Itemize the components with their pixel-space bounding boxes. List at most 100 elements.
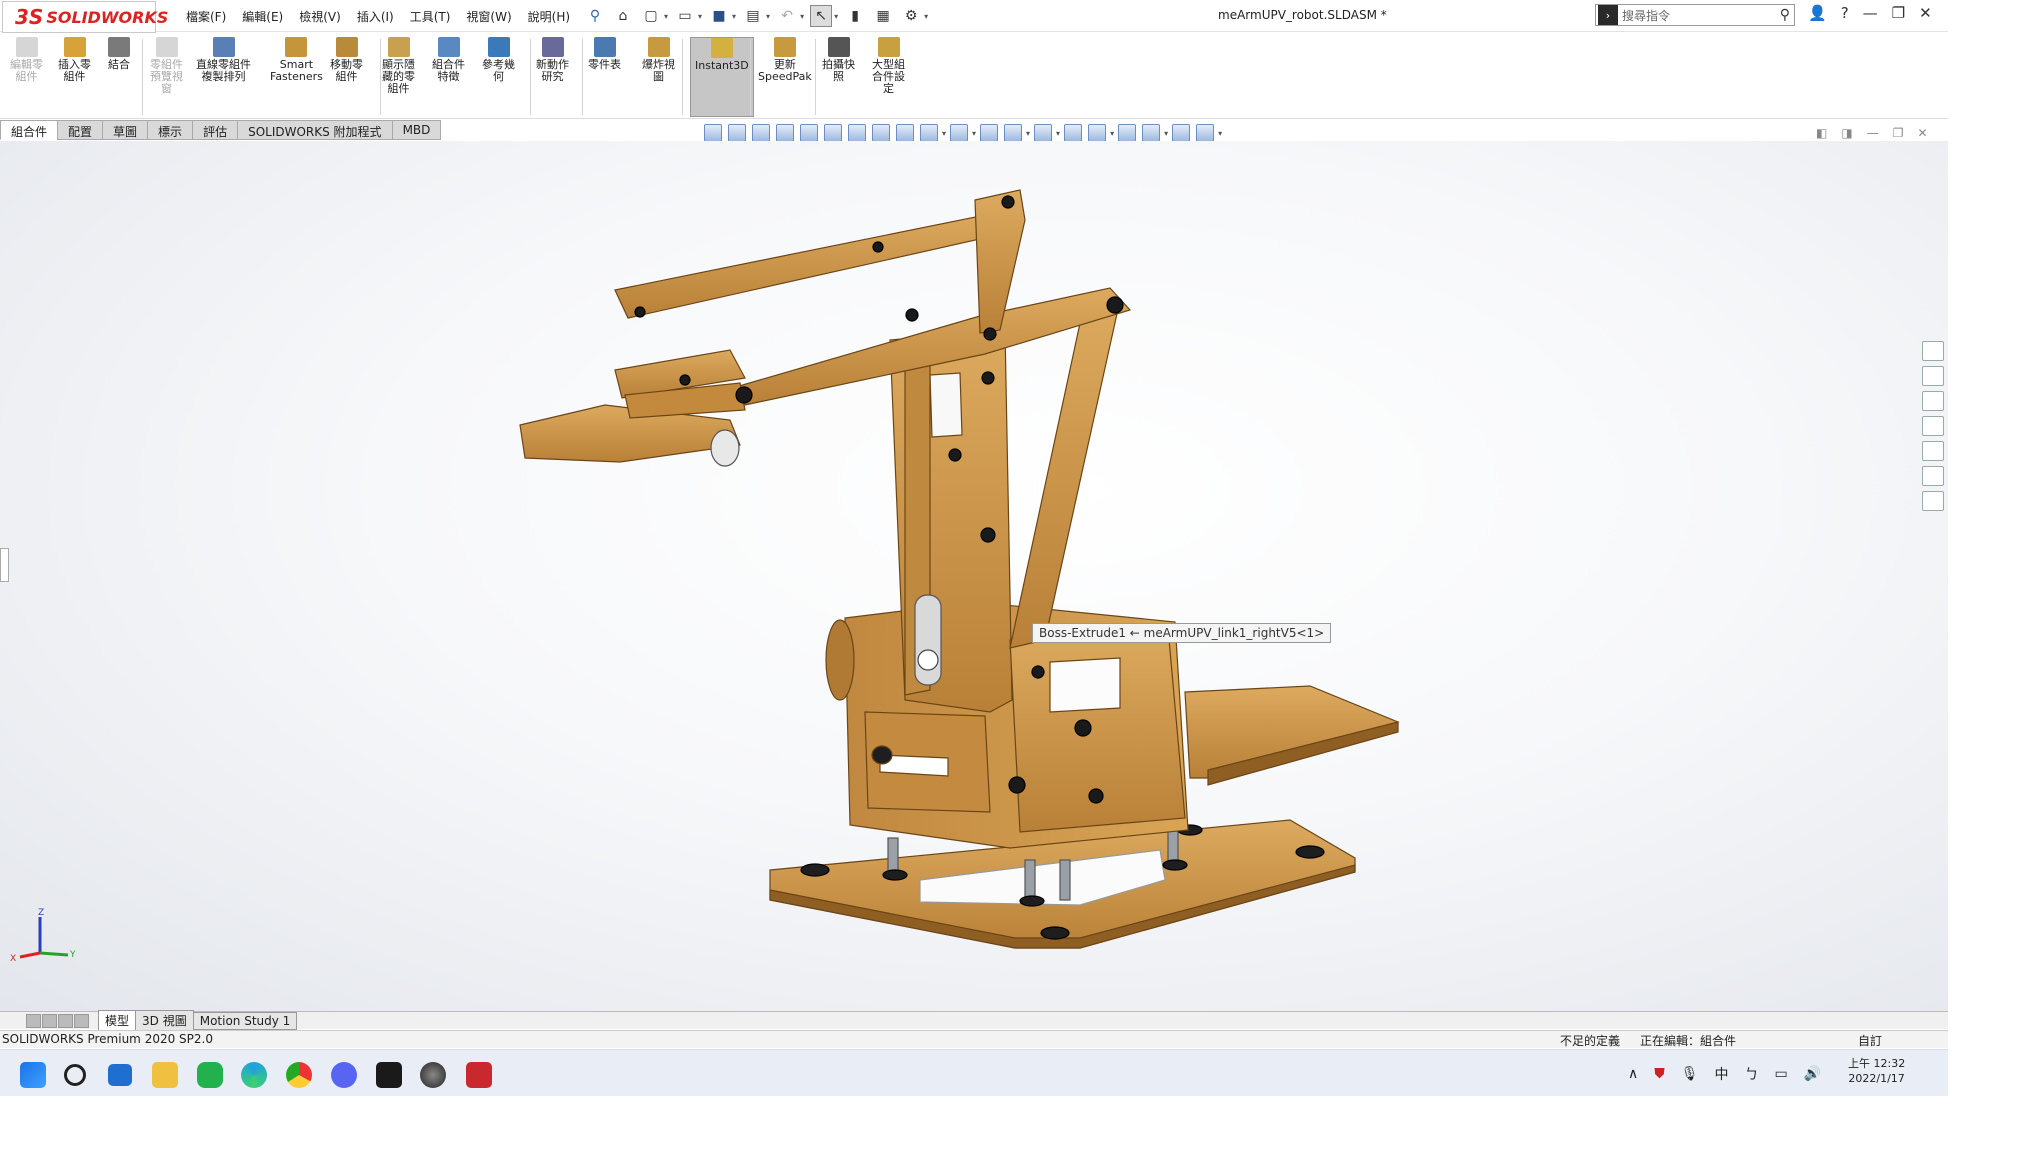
menu-item-6[interactable]: 說明(H)	[520, 6, 578, 27]
edge-browser-icon[interactable]	[241, 1062, 267, 1088]
view-tool-icon[interactable]	[1196, 124, 1215, 142]
search-box[interactable]: › 搜尋指令 ⚲	[1595, 4, 1795, 26]
minimize-icon[interactable]: —	[1863, 4, 1878, 22]
ribbon-button-13[interactable]: Instant3D	[690, 37, 754, 117]
chevron-down-icon[interactable]: ▾	[1164, 129, 1168, 138]
solidworks-taskbar-icon[interactable]	[466, 1062, 492, 1088]
view-tool-icon[interactable]	[752, 124, 770, 142]
search-taskbar-icon[interactable]	[64, 1064, 86, 1086]
view-tool-icon[interactable]	[800, 124, 818, 142]
chevron-down-icon[interactable]: ▾	[1218, 129, 1222, 138]
obs-icon[interactable]	[420, 1062, 446, 1088]
ribbon-button-11[interactable]: 零件表	[588, 37, 621, 71]
chevron-down-icon[interactable]: ▾	[942, 129, 946, 138]
start-icon[interactable]	[20, 1062, 46, 1088]
new-document-icon[interactable]: ▢	[640, 5, 662, 27]
tab-1[interactable]: 配置	[57, 120, 104, 140]
tab-motion-study[interactable]: Motion Study 1	[192, 1011, 298, 1030]
tab-3[interactable]: 標示	[147, 120, 194, 140]
tab-2[interactable]: 草圖	[102, 120, 149, 140]
ribbon-button-9[interactable]: 參考幾何	[482, 37, 515, 83]
chevron-down-icon[interactable]: ▾	[1110, 129, 1114, 138]
ribbon-button-0[interactable]: 編輯零 組件	[10, 37, 43, 83]
tab-0[interactable]: 組合件	[0, 120, 59, 140]
view-tool-icon[interactable]	[1088, 124, 1107, 142]
view-tool-icon[interactable]	[896, 124, 914, 142]
options-gear-icon[interactable]: ⚙	[900, 5, 922, 27]
chevron-down-icon[interactable]: ▾	[972, 129, 976, 138]
select-icon[interactable]: ↖	[810, 5, 833, 27]
taskbar-clock[interactable]: 上午 12:32 2022/1/17	[1848, 1056, 1905, 1086]
menu-item-0[interactable]: 檔案(F)	[178, 6, 234, 27]
pin-icon[interactable]: ⚲	[584, 5, 606, 27]
terminal-icon[interactable]	[376, 1062, 402, 1088]
menu-item-2[interactable]: 檢視(V)	[291, 6, 349, 27]
design-library-icon[interactable]	[1922, 366, 1944, 386]
units-custom[interactable]: 自訂	[1858, 1032, 1882, 1049]
tab-5[interactable]: SOLIDWORKS 附加程式	[237, 120, 393, 140]
view-tool-icon[interactable]	[824, 124, 842, 142]
robot-arm-model[interactable]	[0, 141, 1948, 1011]
view-palette-icon[interactable]	[1922, 416, 1944, 436]
show-hidden-icons-icon[interactable]: ∧	[1628, 1066, 1638, 1082]
view-tool-icon[interactable]	[1064, 124, 1083, 142]
home-icon[interactable]: ⌂	[612, 5, 634, 27]
line-app-icon[interactable]	[197, 1062, 223, 1088]
chevron-down-icon[interactable]: ▾	[1056, 129, 1060, 138]
security-shield-icon[interactable]: ⛊	[1654, 1066, 1665, 1082]
print-icon[interactable]: ▤	[742, 5, 764, 27]
ribbon-button-10[interactable]: 新動作 研究	[536, 37, 569, 83]
forum-icon[interactable]	[1922, 491, 1944, 511]
tab-model[interactable]: 模型	[98, 1010, 137, 1031]
ribbon-button-6[interactable]: 移動零 組件	[330, 37, 363, 83]
file-properties-icon[interactable]: ▦	[872, 5, 894, 27]
ribbon-button-12[interactable]: 爆炸視圖	[642, 37, 675, 83]
ribbon-button-4[interactable]: 直線零組件 複製排列	[196, 37, 251, 83]
ribbon-button-1[interactable]: 插入零 組件	[58, 37, 91, 83]
solidworks-logo[interactable]: 3S SOLIDWORKS	[2, 1, 168, 33]
menu-item-4[interactable]: 工具(T)	[402, 6, 459, 27]
feature-tree-expand-handle[interactable]	[0, 548, 9, 582]
view-tool-icon[interactable]	[848, 124, 866, 142]
open-icon[interactable]: ▭	[674, 5, 696, 27]
tile-left-icon[interactable]: ◧	[1816, 126, 1827, 140]
menu-item-3[interactable]: 插入(I)	[349, 6, 402, 27]
viewport-minimize-icon[interactable]: —	[1867, 126, 1879, 140]
view-tool-icon[interactable]	[950, 124, 969, 142]
file-explorer-taskbar-icon[interactable]	[152, 1062, 178, 1088]
traffic-light-icon[interactable]: ▮	[844, 5, 866, 27]
ribbon-button-2[interactable]: 結合	[108, 37, 130, 71]
ribbon-button-7[interactable]: 顯示隱 藏的零 組件	[382, 37, 415, 95]
network-icon[interactable]: ▭	[1775, 1066, 1788, 1082]
menu-item-5[interactable]: 視窗(W)	[458, 6, 519, 27]
task-view-icon[interactable]	[108, 1064, 132, 1086]
view-tool-icon[interactable]	[920, 124, 938, 142]
view-tool-icon[interactable]	[980, 124, 999, 142]
tab-scroll-buttons[interactable]	[26, 1013, 90, 1028]
menu-item-1[interactable]: 編輯(E)	[234, 6, 291, 27]
chevron-down-icon[interactable]: ▾	[1026, 129, 1030, 138]
ribbon-button-8[interactable]: 組合件 特徵	[432, 37, 465, 83]
tab-4[interactable]: 評估	[192, 120, 239, 140]
ribbon-button-5[interactable]: Smart Fasteners	[270, 37, 323, 83]
close-icon[interactable]: ✕	[1919, 4, 1932, 22]
volume-icon[interactable]: 🔊	[1804, 1066, 1821, 1082]
view-tool-icon[interactable]	[1172, 124, 1191, 142]
microphone-icon[interactable]: 🎙	[1681, 1066, 1699, 1082]
view-tool-icon[interactable]	[1034, 124, 1053, 142]
view-tool-icon[interactable]	[728, 124, 746, 142]
file-explorer-icon[interactable]	[1922, 391, 1944, 411]
chrome-icon[interactable]	[286, 1062, 312, 1088]
tile-right-icon[interactable]: ◨	[1841, 126, 1852, 140]
appearances-icon[interactable]	[1922, 441, 1944, 461]
undo-icon[interactable]: ↶	[776, 5, 798, 27]
user-icon[interactable]: 👤	[1808, 4, 1827, 22]
viewport-restore-icon[interactable]: ❐	[1893, 126, 1904, 140]
view-tool-icon[interactable]	[704, 124, 722, 142]
ribbon-button-15[interactable]: 拍攝快照	[822, 37, 855, 83]
view-tool-icon[interactable]	[1142, 124, 1161, 142]
restore-icon[interactable]: ❐	[1892, 4, 1905, 22]
solidworks-resources-icon[interactable]	[1922, 341, 1944, 361]
viewport-close-icon[interactable]: ✕	[1917, 126, 1927, 140]
save-icon[interactable]: ■	[708, 5, 730, 27]
